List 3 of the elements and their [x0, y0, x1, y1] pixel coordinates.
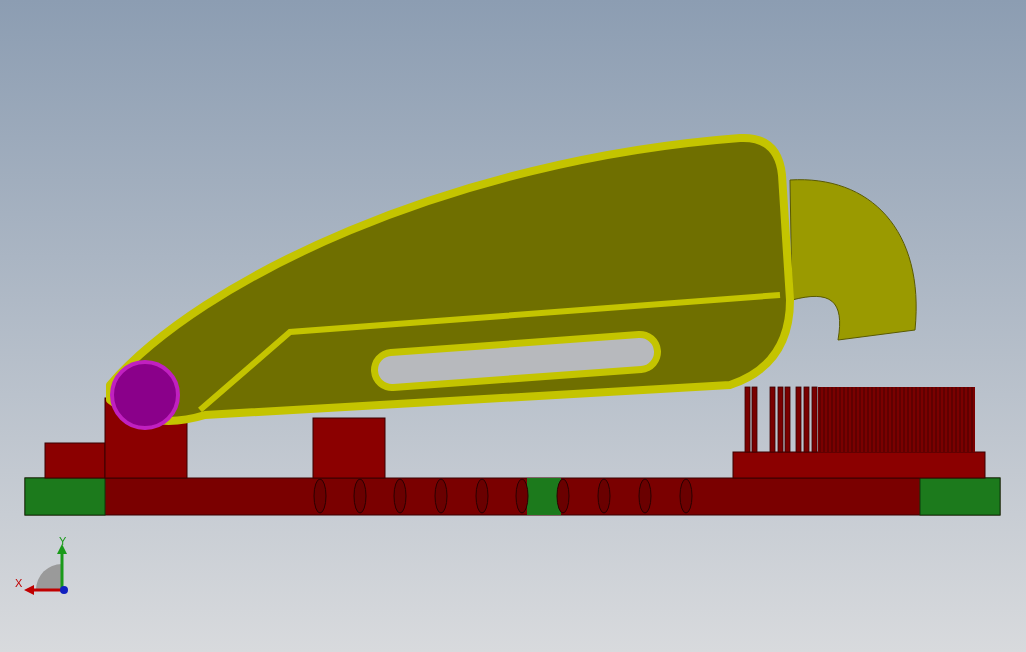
axis-label: X [15, 577, 23, 589]
axis-label: Y [59, 535, 67, 547]
axis-triad-drawing [24, 544, 68, 595]
